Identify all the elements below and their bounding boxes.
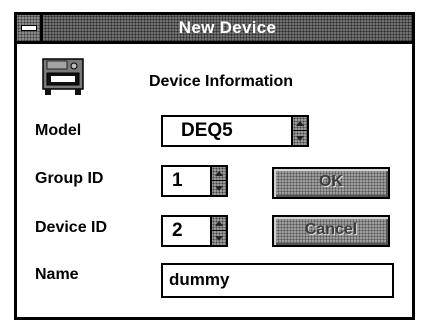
spin-up-arrow-icon[interactable] [212,217,226,231]
group-id-spinner[interactable] [210,167,226,195]
device-id-spin-field[interactable]: 2 [161,215,228,247]
group-id-spin-field[interactable]: 1 [161,165,228,197]
device-id-spinner[interactable] [210,217,226,245]
spin-up-arrow-icon[interactable] [293,117,307,131]
device-id-value: 2 [172,220,183,241]
name-label: Name [35,266,79,283]
group-id-label: Group ID [35,170,104,187]
window-title: New Device [178,18,277,37]
group-id-value: 1 [172,170,183,191]
name-value: dummy [169,270,230,289]
new-device-dialog: New Device Device Information Model DEQ5… [14,12,415,320]
model-spin-field[interactable]: DEQ5 [161,115,309,147]
section-heading: Device Information [149,73,294,90]
system-menu-icon[interactable] [17,15,43,41]
spin-down-arrow-icon[interactable] [212,231,226,245]
title-bar[interactable]: New Device [17,15,412,44]
disk-device-icon [42,58,84,95]
ok-button[interactable]: OK [272,167,390,199]
model-spinner[interactable] [291,117,307,145]
device-id-label: Device ID [35,219,108,236]
spin-down-arrow-icon[interactable] [293,131,307,145]
cancel-button[interactable]: Cancel [272,215,390,247]
spin-up-arrow-icon[interactable] [212,167,226,181]
name-input[interactable]: dummy [161,263,394,298]
spin-down-arrow-icon[interactable] [212,181,226,195]
model-label: Model [35,122,82,139]
model-value: DEQ5 [181,120,233,141]
